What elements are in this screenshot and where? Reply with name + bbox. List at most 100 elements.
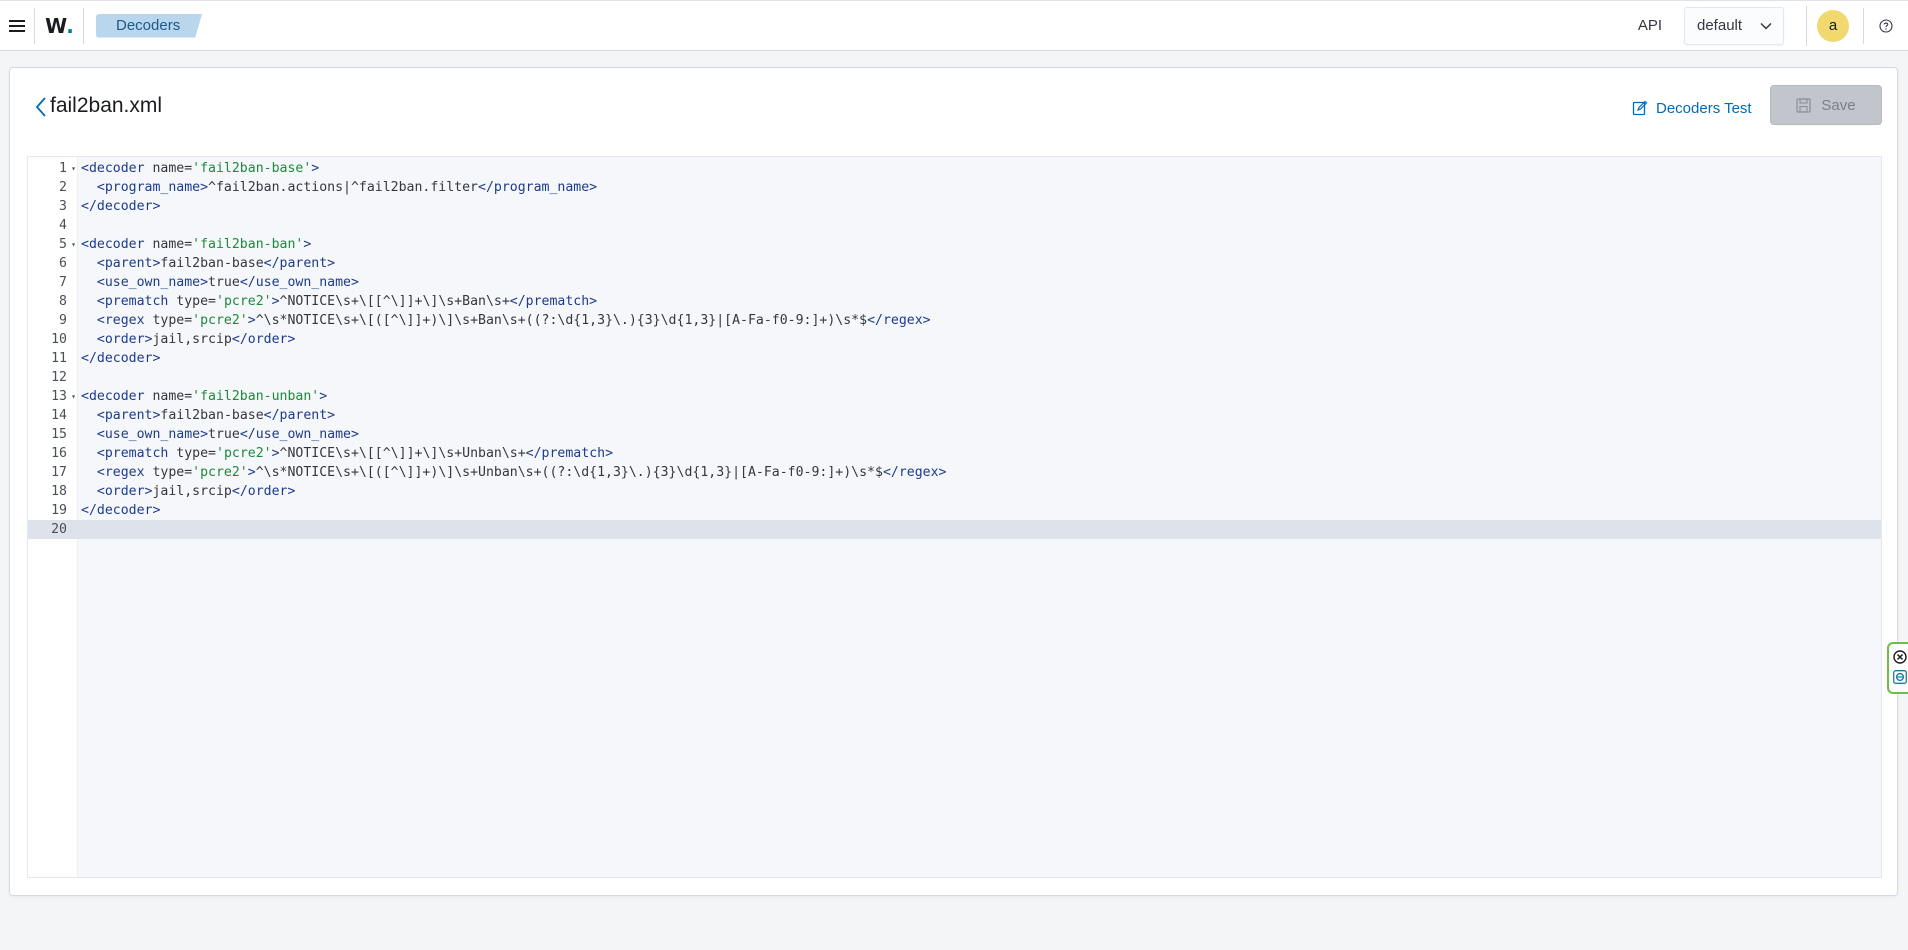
- arrow-left-icon: [35, 97, 46, 117]
- code-token: <decoder: [81, 389, 145, 404]
- code-line[interactable]: 5 ▾ <decoder name='fail2ban-ban'>: [28, 235, 1881, 254]
- logo-dot: .: [66, 13, 74, 38]
- code-token: </decoder>: [81, 351, 161, 366]
- decoders-test-label: Decoders Test: [1656, 99, 1752, 117]
- code-token: <prematch: [96, 446, 169, 461]
- back-button[interactable]: [30, 94, 52, 120]
- line-number: 19: [51, 503, 67, 518]
- line-number: 2: [59, 180, 67, 195]
- line-number: 9: [59, 313, 67, 328]
- decoders-test-button[interactable]: Decoders Test: [1632, 90, 1752, 126]
- code-line[interactable]: 20: [28, 520, 1881, 539]
- line-number: 11: [51, 351, 67, 366]
- save-label: Save: [1821, 96, 1856, 114]
- code-line[interactable]: 10 <order>jail,srcip</order>: [28, 330, 1881, 349]
- extension-side-widget[interactable]: [1887, 642, 1908, 694]
- code-line[interactable]: 2 <program_name>^fail2ban.actions|^fail2…: [28, 178, 1881, 197]
- code-token: ^NOTICE\s+\[[^\]]+\]\s+Unban\s+: [279, 446, 526, 461]
- logo-text: W: [45, 13, 67, 38]
- code-token: jail,srcip: [152, 332, 232, 347]
- code-line[interactable]: 13 ▾ <decoder name='fail2ban-unban'>: [28, 387, 1881, 406]
- code-token: <use_own_name>: [96, 275, 209, 290]
- fold-caret-icon[interactable]: ▾: [69, 159, 78, 178]
- code-line[interactable]: 4: [28, 216, 1881, 235]
- api-select[interactable]: default: [1684, 6, 1784, 45]
- code-token: </regex>: [867, 313, 931, 328]
- code-token: </decoder>: [81, 503, 161, 518]
- code-line[interactable]: 1 ▾ <decoder name='fail2ban-base'>: [28, 159, 1881, 178]
- code-line[interactable]: 17 <regex type='pcre2'>^\s*NOTICE\s+\[([…: [28, 463, 1881, 482]
- line-number: 14: [51, 408, 67, 423]
- line-number: 7: [59, 275, 67, 290]
- code-text: </decoder>: [81, 349, 160, 368]
- code-text: <decoder name='fail2ban-base'>: [81, 159, 319, 178]
- code-line[interactable]: 9 <regex type='pcre2'>^\s*NOTICE\s+\[([^…: [28, 311, 1881, 330]
- code-token: >: [311, 161, 320, 176]
- code-token: <use_own_name>: [96, 427, 209, 442]
- code-text: <parent>fail2ban-base</parent>: [81, 254, 335, 273]
- floppy-disk-icon: [1796, 97, 1811, 113]
- line-number: 13: [51, 389, 67, 404]
- save-button[interactable]: Save: [1770, 85, 1882, 125]
- fold-caret-icon[interactable]: ▾: [69, 235, 78, 254]
- code-token: </prematch>: [525, 446, 614, 461]
- line-number: 12: [51, 370, 67, 385]
- line-number: 4: [59, 218, 67, 233]
- api-select-value: default: [1697, 17, 1743, 34]
- code-token: </prematch>: [509, 294, 598, 309]
- api-label: API: [1637, 17, 1662, 34]
- code-token: <program_name>: [96, 180, 209, 195]
- code-token: name=: [144, 389, 193, 404]
- code-line[interactable]: 19 </decoder>: [28, 501, 1881, 520]
- close-circle-icon[interactable]: [1893, 650, 1907, 664]
- line-number: 5: [59, 237, 67, 252]
- code-line[interactable]: 18 <order>jail,srcip</order>: [28, 482, 1881, 501]
- code-token: 'fail2ban-base': [192, 161, 312, 176]
- app-logo[interactable]: W.: [35, 1, 83, 51]
- code-line[interactable]: 7 <use_own_name>true</use_own_name>: [28, 273, 1881, 292]
- user-avatar[interactable]: a: [1817, 9, 1849, 42]
- code-text: <parent>fail2ban-base</parent>: [81, 406, 335, 425]
- extension-logo-icon[interactable]: [1893, 670, 1907, 684]
- help-icon: [1879, 18, 1893, 33]
- line-number: 20: [28, 520, 67, 539]
- code-token: </parent>: [263, 408, 336, 423]
- code-line[interactable]: 16 <prematch type='pcre2'>^NOTICE\s+\[[^…: [28, 444, 1881, 463]
- code-token: </parent>: [263, 256, 336, 271]
- code-token: <decoder: [81, 161, 145, 176]
- code-token: true: [208, 275, 240, 290]
- line-number: 1: [59, 161, 67, 176]
- code-line[interactable]: 14 <parent>fail2ban-base</parent>: [28, 406, 1881, 425]
- code-line[interactable]: 3 </decoder>: [28, 197, 1881, 216]
- help-button[interactable]: [1864, 1, 1908, 51]
- code-line[interactable]: 8 <prematch type='pcre2'>^NOTICE\s+\[[^\…: [28, 292, 1881, 311]
- code-token: ^fail2ban.actions|^fail2ban.filter: [208, 180, 478, 195]
- line-number: 6: [59, 256, 67, 271]
- code-line[interactable]: 12: [28, 368, 1881, 387]
- breadcrumb-decoders[interactable]: Decoders: [96, 14, 202, 38]
- line-number: 18: [51, 484, 67, 499]
- page-title: fail2ban.xml: [50, 94, 163, 117]
- line-number: 16: [51, 446, 67, 461]
- code-token: >: [303, 237, 312, 252]
- code-line[interactable]: 6 <parent>fail2ban-base</parent>: [28, 254, 1881, 273]
- code-token: type=: [144, 465, 193, 480]
- code-token: 'fail2ban-ban': [192, 237, 304, 252]
- code-token: <decoder: [81, 237, 145, 252]
- header-divider: [83, 7, 84, 44]
- code-line[interactable]: 15 <use_own_name>true</use_own_name>: [28, 425, 1881, 444]
- line-number: 8: [59, 294, 67, 309]
- fold-caret-icon[interactable]: ▾: [69, 387, 78, 406]
- code-token: ^NOTICE\s+\[[^\]]+\]\s+Ban\s+: [279, 294, 510, 309]
- code-token: fail2ban-base: [160, 256, 264, 271]
- line-number: 3: [59, 199, 67, 214]
- menu-button[interactable]: [0, 1, 34, 51]
- code-line[interactable]: 11 </decoder>: [28, 349, 1881, 368]
- header-divider: [1806, 5, 1807, 46]
- code-editor[interactable]: 1 ▾ <decoder name='fail2ban-base'> 2 <progr…: [27, 156, 1882, 878]
- line-number: 10: [51, 332, 67, 347]
